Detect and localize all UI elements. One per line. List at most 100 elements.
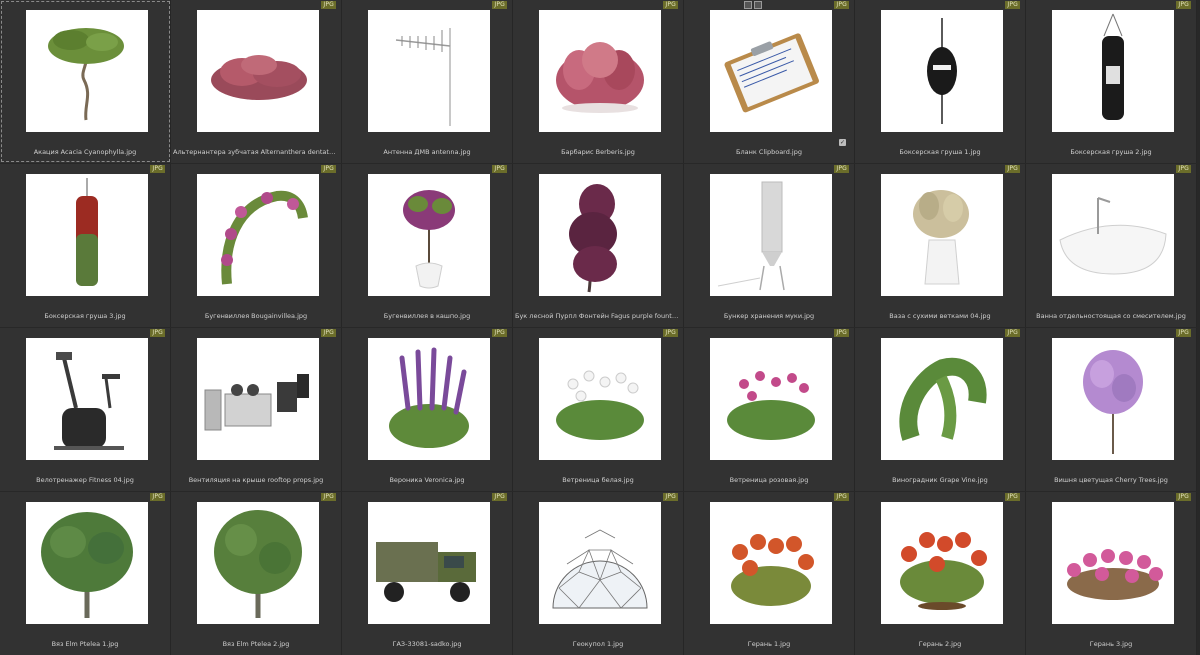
- file-name: ГАЗ-33081-sadko.jpg: [392, 640, 462, 648]
- file-tile[interactable]: JPG Виноградник Grape Vine.jpg: [855, 328, 1026, 491]
- file-type-badge: JPG: [1005, 493, 1020, 501]
- file-type-badge: JPG: [1005, 165, 1020, 173]
- file-tile[interactable]: JPG ✓ Бланк Clipboard.jpg: [684, 0, 855, 163]
- file-name: Антенна ДМВ antenna.jpg: [383, 148, 471, 156]
- file-grid: Акация Acacia Cyanophylla.jpg JPG Альтер…: [0, 0, 1200, 655]
- file-name: Акация Acacia Cyanophylla.jpg: [33, 148, 137, 156]
- thumbnail: [26, 338, 148, 460]
- thumbnail: [197, 502, 319, 624]
- tree-icon: [214, 510, 302, 618]
- file-name: Вяз Elm Ptelea 1.jpg: [51, 640, 119, 648]
- flower-icon: [1067, 549, 1163, 600]
- file-name: Боксерская груша 2.jpg: [1070, 148, 1152, 156]
- file-name: Вентиляция на крыше rooftop props.jpg: [188, 476, 324, 484]
- file-type-badge: JPG: [321, 1, 336, 9]
- file-tile[interactable]: JPG Бугенвиллея в кашпо.jpg: [342, 164, 513, 327]
- file-type-badge: JPG: [1176, 1, 1191, 9]
- file-tile[interactable]: JPG Боксерская груша 3.jpg: [0, 164, 171, 327]
- checkbox-icon[interactable]: ✓: [839, 139, 846, 146]
- file-tile[interactable]: JPG Ваза с сухими ветками 04.jpg: [855, 164, 1026, 327]
- file-type-badge: JPG: [663, 1, 678, 9]
- flower-icon: [389, 347, 469, 448]
- file-name: Герань 3.jpg: [1089, 640, 1133, 648]
- file-tile[interactable]: Бук лесной Пурпл Фонтейн Fagus purple fo…: [513, 164, 684, 327]
- file-tile[interactable]: JPG Вишня цветущая Cherry Trees.jpg: [1026, 328, 1197, 491]
- file-type-badge: JPG: [492, 1, 507, 9]
- file-name: Бланк Clipboard.jpg: [735, 148, 802, 156]
- thumbnail: [881, 338, 1003, 460]
- file-name: Виноградник Grape Vine.jpg: [892, 476, 988, 484]
- file-type-badge: JPG: [150, 165, 165, 173]
- file-type-badge: JPG: [321, 493, 336, 501]
- thumbnail: [1052, 10, 1174, 132]
- truck-icon: [376, 542, 476, 602]
- thumbnail: [368, 10, 490, 132]
- view-tools: [744, 1, 762, 9]
- file-type-badge: JPG: [1005, 329, 1020, 337]
- file-tile[interactable]: JPG Ветреница белая.jpg: [513, 328, 684, 491]
- thumbnail: [1052, 338, 1174, 460]
- flower-icon: [556, 370, 644, 440]
- file-tile[interactable]: JPG Барбарис Berberis.jpg: [513, 0, 684, 163]
- thumbnail: [539, 174, 661, 296]
- thumbnail: [26, 10, 148, 132]
- file-tile[interactable]: JPG Бункер хранения муки.jpg: [684, 164, 855, 327]
- file-type-badge: JPG: [834, 1, 849, 9]
- thumbnail: [881, 502, 1003, 624]
- file-type-badge: JPG: [492, 165, 507, 173]
- file-tile[interactable]: JPG Геокупол 1.jpg: [513, 492, 684, 655]
- thumbnail: [539, 502, 661, 624]
- file-name: Вероника Veronica.jpg: [389, 476, 465, 484]
- file-tile[interactable]: JPG ГАЗ-33081-sadko.jpg: [342, 492, 513, 655]
- flower-icon: [900, 532, 987, 610]
- file-name: Герань 1.jpg: [747, 640, 791, 648]
- frame-icon[interactable]: [744, 1, 752, 9]
- vine-icon: [221, 190, 308, 285]
- file-type-badge: JPG: [834, 493, 849, 501]
- file-tile[interactable]: Акация Acacia Cyanophylla.jpg: [0, 0, 171, 163]
- silo-icon: [717, 181, 785, 291]
- edit-icon[interactable]: [754, 1, 762, 9]
- file-tile[interactable]: JPG Ветреница розовая.jpg: [684, 328, 855, 491]
- file-tile[interactable]: JPG Герань 3.jpg: [1026, 492, 1197, 655]
- clipboard-icon: [724, 33, 819, 113]
- punching-bag-icon: [927, 18, 957, 124]
- file-tile[interactable]: JPG Бугенвиллея Bougainvillea.jpg: [171, 164, 342, 327]
- thumbnail: [1052, 174, 1174, 296]
- file-name: Бугенвиллея в кашпо.jpg: [383, 312, 471, 320]
- file-tile[interactable]: JPG Ванна отдельностоящая со смесителем.…: [1026, 164, 1197, 327]
- thumbnail: [539, 338, 661, 460]
- thumbnail: [26, 174, 148, 296]
- antenna-icon: [395, 28, 451, 126]
- file-tile[interactable]: JPG Вяз Elm Ptelea 1.jpg: [0, 492, 171, 655]
- exercise-bike-icon: [54, 352, 124, 450]
- thumbnail: [710, 338, 832, 460]
- file-name: Боксерская груша 1.jpg: [899, 148, 981, 156]
- vase-icon: [913, 190, 969, 285]
- file-type-badge: JPG: [492, 493, 507, 501]
- file-tile[interactable]: JPG Альтернантера зубчатая Alternanthera…: [171, 0, 342, 163]
- file-type-badge: JPG: [1176, 165, 1191, 173]
- file-tile[interactable]: JPG Боксерская груша 2.jpg: [1026, 0, 1197, 163]
- file-tile[interactable]: JPG Герань 1.jpg: [684, 492, 855, 655]
- file-name: Геокупол 1.jpg: [572, 640, 624, 648]
- file-name: Боксерская груша 3.jpg: [44, 312, 126, 320]
- ventilation-icon: [204, 374, 309, 431]
- thumbnail: [368, 502, 490, 624]
- file-tile[interactable]: JPG Вероника Veronica.jpg: [342, 328, 513, 491]
- file-type-badge: JPG: [834, 329, 849, 337]
- tree-icon: [41, 512, 133, 618]
- file-name: Велотренажер Fitness 04.jpg: [36, 476, 134, 484]
- vine-icon: [899, 357, 987, 441]
- file-tile[interactable]: JPG Антенна ДМВ antenna.jpg: [342, 0, 513, 163]
- file-tile[interactable]: JPG Вяз Elm Ptelea 2.jpg: [171, 492, 342, 655]
- thumbnail: [881, 174, 1003, 296]
- file-tile[interactable]: JPG Герань 2.jpg: [855, 492, 1026, 655]
- thumbnail: [26, 502, 148, 624]
- file-type-badge: JPG: [150, 329, 165, 337]
- file-tile[interactable]: JPG Боксерская груша 1.jpg: [855, 0, 1026, 163]
- flower-icon: [727, 371, 815, 440]
- file-tile[interactable]: JPG Велотренажер Fitness 04.jpg: [0, 328, 171, 491]
- bathtub-icon: [1059, 197, 1167, 275]
- file-tile[interactable]: JPG Вентиляция на крыше rooftop props.jp…: [171, 328, 342, 491]
